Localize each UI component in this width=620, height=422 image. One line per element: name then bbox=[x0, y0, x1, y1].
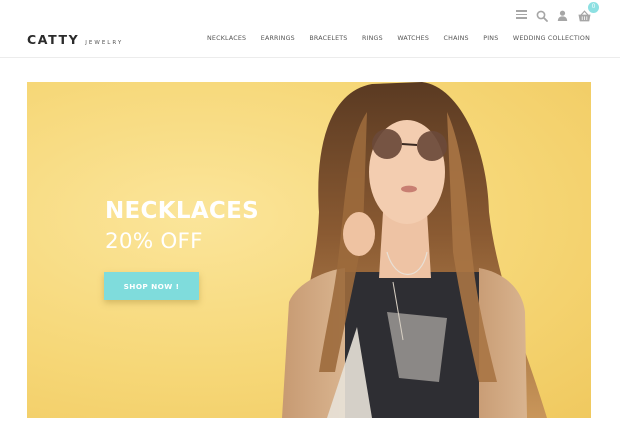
hero-banner: NECKLACES 20% OFF SHOP NOW ! bbox=[27, 82, 591, 418]
header-utilities: 0 bbox=[500, 2, 620, 26]
logo[interactable]: CATTY JEWELRY bbox=[27, 32, 123, 47]
shop-now-button[interactable]: SHOP NOW ! bbox=[104, 272, 199, 300]
nav-item-chains[interactable]: CHAINS bbox=[444, 35, 469, 42]
nav-item-earrings[interactable]: EARRINGS bbox=[261, 35, 295, 42]
nav-item-necklaces[interactable]: NECKLACES bbox=[207, 35, 246, 42]
nav-item-bracelets[interactable]: BRACELETS bbox=[309, 35, 347, 42]
logo-name: CATTY bbox=[27, 32, 80, 47]
logo-tagline: JEWELRY bbox=[85, 40, 124, 46]
hero-discount: 20% OFF bbox=[105, 229, 203, 254]
basket-icon[interactable] bbox=[578, 10, 591, 22]
cart-count-badge: 0 bbox=[588, 2, 599, 13]
nav-item-rings[interactable]: RINGS bbox=[362, 35, 383, 42]
site-header: CATTY JEWELRY 0 NECKLACES EARRINGS BRACE… bbox=[0, 0, 620, 58]
user-icon[interactable] bbox=[557, 10, 568, 21]
nav-item-pins[interactable]: PINS bbox=[483, 35, 498, 42]
search-icon[interactable] bbox=[536, 10, 548, 22]
hero-title: NECKLACES bbox=[105, 198, 259, 224]
nav-item-wedding-collection[interactable]: WEDDING COLLECTION bbox=[513, 35, 590, 42]
nav-item-watches[interactable]: WATCHES bbox=[397, 35, 429, 42]
main-nav: NECKLACES EARRINGS BRACELETS RINGS WATCH… bbox=[193, 35, 590, 42]
menu-icon[interactable] bbox=[516, 10, 527, 20]
